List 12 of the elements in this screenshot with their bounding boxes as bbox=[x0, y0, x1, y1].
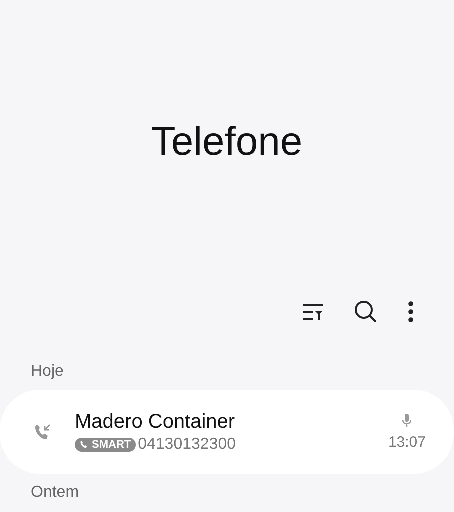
filter-icon[interactable] bbox=[302, 302, 324, 322]
more-icon[interactable] bbox=[408, 301, 414, 323]
contact-name: Madero Container bbox=[75, 410, 236, 434]
section-header: Hoje bbox=[31, 363, 65, 381]
app-title: Telefone bbox=[151, 120, 303, 164]
phone-number: 04130132300 bbox=[138, 436, 236, 454]
search-icon[interactable] bbox=[354, 300, 378, 324]
section-header: Ontem bbox=[31, 484, 80, 502]
call-time: 13:07 bbox=[388, 434, 426, 450]
smart-call-badge: SMART bbox=[75, 438, 136, 452]
incoming-call-icon bbox=[34, 423, 52, 441]
call-log-entry[interactable]: Madero Container SMART 04130132300 13:07 bbox=[0, 390, 454, 474]
